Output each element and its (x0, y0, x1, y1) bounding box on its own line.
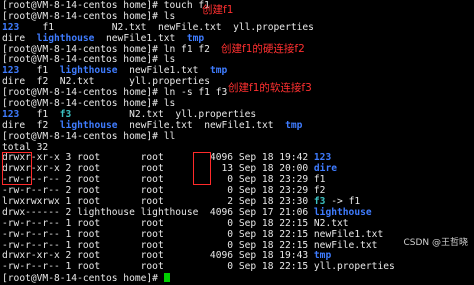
command-text: ln f1 f2 (163, 43, 210, 55)
file-entry: N2.txt (129, 108, 164, 120)
dir-entry: tmp (186, 32, 205, 44)
link-names-highlight (193, 152, 211, 185)
prompt: [root@VM-8-14-centos home]# (2, 87, 164, 99)
dir-entry: tmp (285, 119, 303, 131)
link-count-highlight (2, 152, 32, 185)
ll-row-meta: -rw-r--r-- 1 root root 0 Sep 18 22:15 (2, 217, 314, 229)
ll-row-name: dire (313, 163, 338, 175)
file-entry: yll.properties (175, 108, 257, 120)
prompt: [root@VM-8-14-centos home]# (2, 273, 164, 285)
dir-entry: tmp (209, 65, 228, 77)
ll-row-meta: drwxr-xr-x 2 root root 4096 Sep 18 19:43 (2, 250, 314, 262)
ll-row-meta: drwxr-xr-x 3 root root 4096 Sep 18 19:42 (2, 152, 314, 164)
file-entry: f2 (36, 119, 49, 131)
command-line: [root@VM-8-14-centos home]# (2, 273, 472, 284)
file-entry: f2 (36, 76, 49, 88)
file-entry: dire (2, 32, 26, 44)
ll-row-meta: -rw-r--r-- 2 root root 0 Sep 18 23:29 (2, 174, 314, 186)
file-entry: N2.txt (111, 21, 147, 33)
ll-row-name: f2 (313, 185, 326, 197)
ll-row-meta: -rw-r--r-- 1 root root 0 Sep 18 22:15 (2, 261, 314, 273)
prompt: [root@VM-8-14-centos home]# (2, 0, 164, 11)
ll-row-meta: -rw-r--r-- 2 root root 0 Sep 18 23:29 (2, 185, 314, 197)
ll-row-name: f3 (313, 196, 326, 208)
ll-row-name: lighthouse (313, 206, 372, 218)
file-entry: newFile1.txt (129, 65, 199, 77)
file-entry: yll.properties (129, 76, 210, 88)
ll-row-name: yll.properties (313, 261, 395, 273)
prompt: [root@VM-8-14-centos home]# (2, 10, 164, 22)
watermark: CSDN @王哲晓 (403, 238, 468, 248)
file-entry: f1 (42, 21, 54, 33)
command-text: ls (163, 10, 176, 22)
dir-entry: lighthouse (36, 32, 95, 44)
command-text: ls (163, 54, 176, 66)
file-entry: dire (2, 76, 26, 88)
prompt: [root@VM-8-14-centos home]# (2, 130, 164, 142)
command-text: ll (163, 130, 176, 142)
file-entry: newFile1.txt (106, 32, 176, 44)
dir-entry: 123 (2, 65, 20, 77)
ll-row-name: tmp (313, 250, 332, 262)
command-text: ls (163, 98, 176, 110)
ll-row-name: 123 (313, 152, 332, 164)
command-line: [root@VM-8-14-centos home]# ll (2, 130, 472, 143)
file-entry: f1 (36, 65, 49, 77)
file-entry: dire (2, 119, 26, 131)
ll-row-meta: -rw-r--r-- 1 root root 0 Sep 18 22:15 (2, 228, 314, 240)
prompt: [root@VM-8-14-centos home]# (2, 98, 164, 110)
annotation-hardlink: 创建f1的硬连接f2 (221, 43, 305, 55)
annotation-create: 创建f1 (202, 4, 234, 16)
ll-row-name: newFile.txt (313, 239, 378, 251)
ll-row-name: newFile1.txt (313, 228, 384, 240)
ll-row: -rw-r--r-- 1 root root 0 Sep 18 22:15 yl… (2, 261, 472, 273)
annotation-softlink: 创建f1的软连接f3 (228, 82, 312, 94)
ll-row-name: f1 (313, 174, 326, 186)
symlink-entry: f3 (59, 108, 72, 120)
file-entry: f1 (36, 108, 49, 120)
file-entry: newFile.txt (129, 119, 193, 131)
dir-entry: lighthouse (59, 119, 118, 131)
ll-row-meta: drwxr-xr-x 2 root root 13 Sep 18 20:00 (2, 163, 314, 175)
dir-entry: 123 (2, 108, 20, 120)
file-entry: newFile.txt (157, 21, 222, 33)
prompt: [root@VM-8-14-centos home]# (2, 54, 164, 66)
cursor (163, 273, 170, 283)
ll-row-meta: lrwxrwxrwx 1 root root 2 Sep 18 23:30 (2, 196, 314, 208)
command-text: ln -s f1 f3 (163, 87, 228, 99)
ll-row-name: N2.txt (313, 217, 349, 229)
ll-row-meta: drwx------ 2 lighthouse lighthouse 4096 … (2, 206, 314, 218)
symlink-target: -> f1 (325, 196, 361, 208)
file-entry: yll.properties (233, 21, 314, 33)
ll-listing: drwxr-xr-x 3 root root 4096 Sep 18 19:42… (2, 153, 472, 273)
dir-entry: lighthouse (59, 65, 118, 77)
file-entry: newFile1.txt (204, 119, 274, 131)
file-entry: N2.txt (59, 76, 95, 88)
ll-row-meta: -rw-r--r-- 1 root root 0 Sep 18 22:15 (2, 239, 314, 251)
dir-entry: 123 (2, 21, 20, 33)
prompt: [root@VM-8-14-centos home]# (2, 43, 164, 55)
